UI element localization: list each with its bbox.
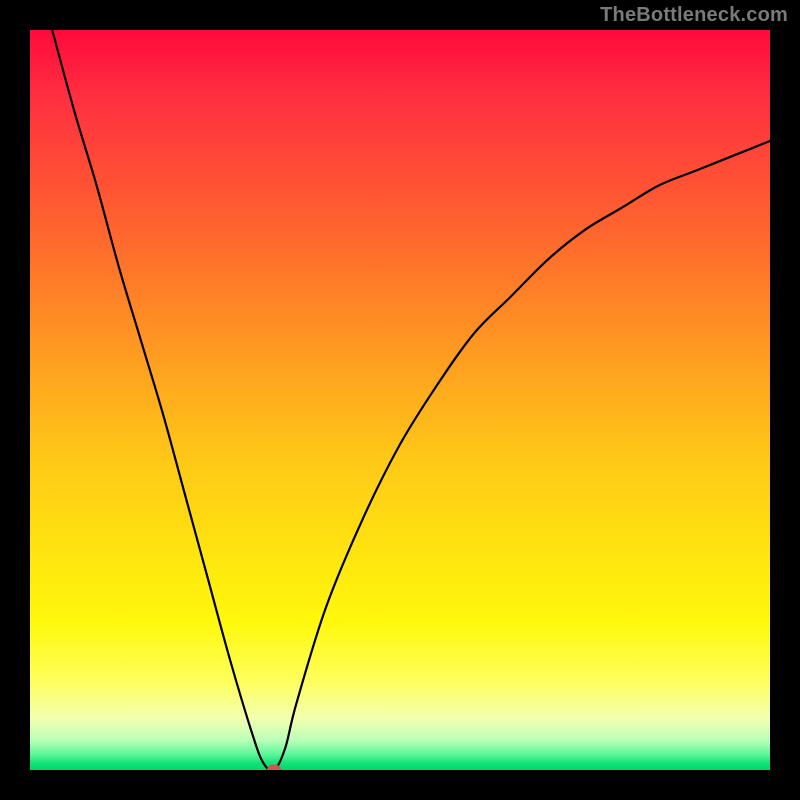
optimum-marker [267,765,281,771]
chart-frame: TheBottleneck.com [0,0,800,800]
watermark-text: TheBottleneck.com [600,4,788,27]
curve-svg [30,30,770,770]
line-series-curve [52,30,770,770]
plot-area [30,30,770,770]
